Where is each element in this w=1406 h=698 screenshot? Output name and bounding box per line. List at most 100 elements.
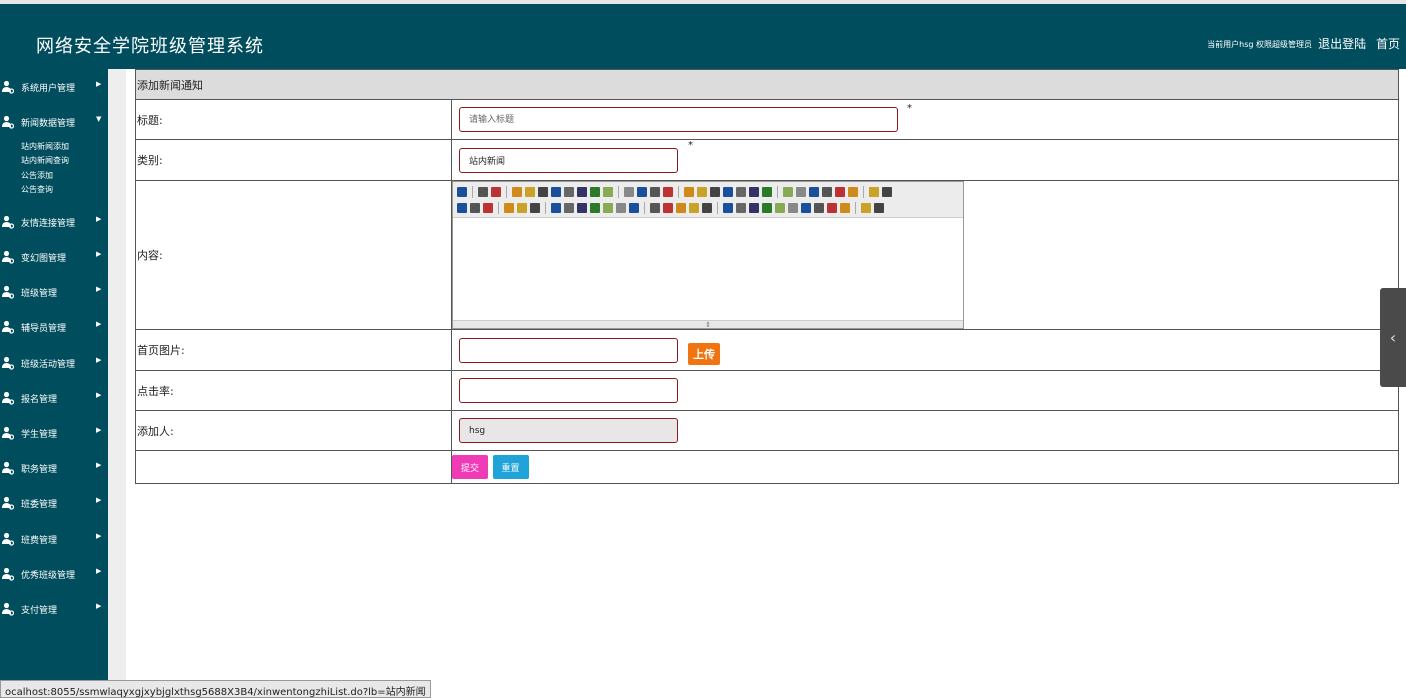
editor-tool-icon[interactable] (861, 203, 871, 213)
editor-tool-icon[interactable] (525, 187, 535, 197)
editor-tool-icon[interactable] (684, 187, 694, 197)
editor-tool-icon[interactable] (551, 187, 561, 197)
editor-tool-icon[interactable] (564, 203, 574, 213)
add-news-form: 添加新闻通知 标题: * 类别: * 内容: (135, 69, 1399, 484)
editor-tool-icon[interactable] (517, 203, 527, 213)
user-gear-icon (2, 567, 15, 581)
editor-tool-icon[interactable] (564, 187, 574, 197)
editor-tool-icon[interactable] (788, 203, 798, 213)
editor-tool-icon[interactable] (590, 187, 600, 197)
editor-tool-icon[interactable] (835, 187, 845, 197)
sidebar-item[interactable]: 班委管理 ▶ (0, 493, 108, 513)
editor-tool-icon[interactable] (470, 203, 480, 213)
editor-tool-icon[interactable] (710, 187, 720, 197)
collapse-panel-tab[interactable]: ‹ (1380, 288, 1406, 387)
clicks-input[interactable] (459, 378, 678, 403)
editor-tool-icon[interactable] (663, 203, 673, 213)
editor-tool-icon[interactable] (676, 203, 686, 213)
editor-tool-icon[interactable] (663, 187, 673, 197)
editor-tool-icon[interactable] (736, 187, 746, 197)
editor-tool-icon[interactable] (650, 187, 660, 197)
editor-tool-icon[interactable] (697, 187, 707, 197)
logout-link[interactable]: 退出登陆 (1318, 37, 1366, 51)
editor-tool-icon[interactable] (723, 203, 733, 213)
sidebar-item[interactable]: 优秀班级管理 ▶ (0, 564, 108, 584)
editor-tool-icon[interactable] (827, 203, 837, 213)
editor-tool-icon[interactable] (637, 187, 647, 197)
caret-right-icon: ▶ (96, 215, 102, 223)
editor-tool-icon[interactable] (650, 203, 660, 213)
editor-tool-icon[interactable] (702, 203, 712, 213)
category-input[interactable] (459, 147, 678, 173)
editor-tool-icon[interactable] (762, 187, 772, 197)
sidebar-item[interactable]: 新闻数据管理 ▼ (0, 112, 108, 132)
title-input[interactable] (459, 107, 898, 132)
sidebar-item[interactable]: 支付管理 ▶ (0, 599, 108, 619)
image-input[interactable] (459, 337, 678, 363)
sidebar-subitem[interactable]: 站内新闻添加 (21, 141, 69, 152)
editor-tool-icon[interactable] (603, 187, 613, 197)
sidebar-subitem[interactable]: 公告查询 (21, 184, 53, 195)
sidebar-item[interactable]: 变幻图管理 ▶ (0, 247, 108, 267)
author-input[interactable] (459, 418, 678, 443)
editor-tool-icon[interactable] (723, 187, 733, 197)
sidebar-subitem[interactable]: 站内新闻查询 (21, 155, 69, 166)
editor-tool-icon[interactable] (590, 203, 600, 213)
upload-button[interactable]: 上传 (688, 343, 720, 365)
editor-tool-icon[interactable] (689, 203, 699, 213)
editor-tool-icon[interactable] (512, 187, 522, 197)
editor-tool-icon[interactable] (775, 203, 785, 213)
editor-tool-icon[interactable] (840, 203, 850, 213)
status-bar-url: ocalhost:8055/ssmwlaqyxgjxybjglxthsg5688… (0, 680, 431, 698)
caret-right-icon: ▶ (96, 567, 102, 575)
editor-tool-icon[interactable] (809, 187, 819, 197)
submit-button[interactable]: 提交 (452, 455, 489, 479)
editor-resize-handle[interactable]: ⇕ (453, 320, 963, 329)
editor-tool-icon[interactable] (603, 203, 613, 213)
editor-tool-icon[interactable] (577, 187, 587, 197)
editor-tool-icon[interactable] (783, 187, 793, 197)
editor-tool-icon[interactable] (848, 187, 858, 197)
home-link[interactable]: 首页 (1376, 37, 1400, 51)
editor-tool-icon[interactable] (483, 203, 493, 213)
editor-tool-icon[interactable] (457, 203, 467, 213)
editor-tool-icon[interactable] (491, 187, 501, 197)
editor-tool-icon[interactable] (530, 203, 540, 213)
sidebar-item[interactable]: 友情连接管理 ▶ (0, 212, 108, 232)
editor-tool-icon[interactable] (736, 203, 746, 213)
sidebar-item[interactable]: 系统用户管理 ▶ (0, 77, 108, 97)
sidebar-item[interactable]: 报名管理 ▶ (0, 388, 108, 408)
editor-tool-icon[interactable] (796, 187, 806, 197)
editor-tool-icon[interactable] (882, 187, 892, 197)
sidebar-item[interactable]: 班级活动管理 ▶ (0, 353, 108, 373)
editor-tool-icon[interactable] (577, 203, 587, 213)
editor-tool-icon[interactable] (504, 203, 514, 213)
sidebar-item-label: 支付管理 (21, 606, 58, 616)
editor-tool-icon[interactable] (822, 187, 832, 197)
editor-tool-icon[interactable] (814, 203, 824, 213)
sidebar-item[interactable]: 班费管理 ▶ (0, 529, 108, 549)
editor-tool-icon[interactable] (616, 203, 626, 213)
editor-tool-icon[interactable] (874, 203, 884, 213)
sidebar-item[interactable]: 学生管理 ▶ (0, 423, 108, 443)
editor-tool-icon[interactable] (762, 203, 772, 213)
editor-content-area[interactable] (453, 218, 963, 320)
editor-tool-icon[interactable] (538, 187, 548, 197)
toolbar-separator (545, 202, 546, 214)
reset-button[interactable]: 重置 (492, 455, 529, 479)
editor-tool-icon[interactable] (629, 203, 639, 213)
editor-toolbar (453, 182, 963, 218)
editor-tool-icon[interactable] (869, 187, 879, 197)
sidebar: 系统用户管理 ▶ 新闻数据管理 ▼ 友情连接管理 ▶ 变幻图管理 ▶ 班级管理 ▶ 辅导员管理 ▶ 班级… (0, 69, 108, 698)
editor-tool-icon[interactable] (551, 203, 561, 213)
editor-tool-icon[interactable] (749, 203, 759, 213)
sidebar-subitem[interactable]: 公告添加 (21, 170, 53, 181)
sidebar-item[interactable]: 辅导员管理 ▶ (0, 317, 108, 337)
editor-tool-icon[interactable] (457, 187, 467, 197)
sidebar-item[interactable]: 职务管理 ▶ (0, 458, 108, 478)
sidebar-item[interactable]: 班级管理 ▶ (0, 282, 108, 302)
editor-tool-icon[interactable] (624, 187, 634, 197)
editor-tool-icon[interactable] (749, 187, 759, 197)
editor-tool-icon[interactable] (801, 203, 811, 213)
editor-tool-icon[interactable] (478, 187, 488, 197)
